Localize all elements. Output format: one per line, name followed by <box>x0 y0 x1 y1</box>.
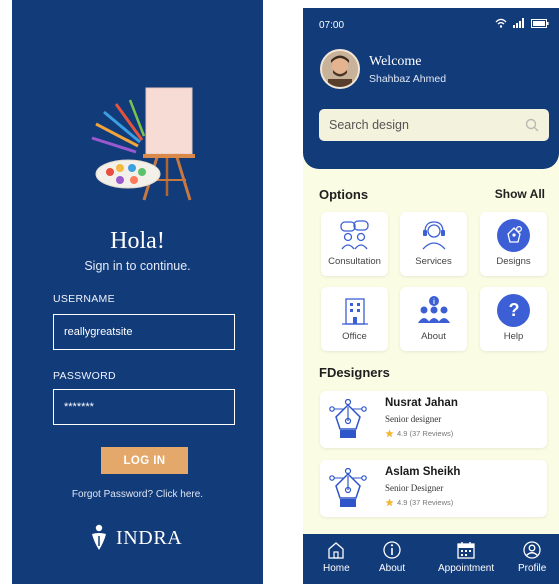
option-about[interactable]: i About <box>400 287 467 351</box>
easel-palette-illustration <box>91 87 195 201</box>
nav-label: About <box>379 563 406 574</box>
team-info-icon: i <box>417 294 451 326</box>
option-label: Designs <box>496 256 531 267</box>
nav-about[interactable]: About <box>379 540 405 574</box>
battery-icon <box>531 18 549 28</box>
designer-name: Aslam Sheikh <box>385 466 461 478</box>
designer-rating: 4.9 (37 Reviews) <box>385 429 453 438</box>
nav-home[interactable]: Home <box>323 540 350 574</box>
avatar-portrait <box>322 51 358 87</box>
nav-label: Profile <box>518 563 547 574</box>
headset-icon <box>417 219 451 251</box>
option-label: Services <box>415 256 452 267</box>
forgot-password-link[interactable]: Forgot Password? Click here. <box>12 489 263 500</box>
option-consultation[interactable]: Consultation <box>321 212 388 276</box>
username-value: reallygreatsite <box>64 326 133 338</box>
avatar[interactable] <box>320 49 360 89</box>
office-building-icon <box>338 294 372 326</box>
nav-label: Home <box>323 563 350 574</box>
username-field[interactable]: reallygreatsite <box>53 314 235 350</box>
wifi-icon <box>495 18 507 28</box>
rating-text: 4.9 (37 Reviews) <box>397 498 454 507</box>
option-services[interactable]: Services <box>400 212 467 276</box>
nav-label: Appointment <box>438 563 495 574</box>
svg-text:?: ? <box>508 300 519 320</box>
nav-profile[interactable]: Profile <box>518 540 546 574</box>
option-label: About <box>421 331 446 342</box>
user-name: Shahbaz Ahmed <box>369 73 447 85</box>
brand-mark-icon <box>92 524 106 550</box>
home-screen: 07:00 Welcome Shahbaz Ahmed Search desig… <box>303 8 559 584</box>
designer-role: Senior Designer <box>385 483 444 493</box>
option-help[interactable]: ? Help <box>480 287 547 351</box>
search-icon[interactable] <box>525 118 539 132</box>
option-label: Office <box>342 331 367 342</box>
pen-nib-icon <box>329 468 367 507</box>
calendar-icon <box>457 542 475 559</box>
star-icon <box>385 498 394 507</box>
rating-text: 4.9 (37 Reviews) <box>397 429 454 438</box>
password-label: PASSWORD <box>53 370 116 382</box>
options-title: Options <box>319 187 369 202</box>
bottom-nav: Home About Appointment Profile <box>303 534 559 584</box>
designer-card[interactable]: Nusrat Jahan Senior designer 4.9 (37 Rev… <box>320 391 547 448</box>
search-input[interactable]: Search design <box>319 109 549 141</box>
pen-tool-icon <box>497 218 531 252</box>
svg-text:i: i <box>433 299 435 306</box>
welcome-text: Welcome <box>369 54 422 69</box>
option-label: Help <box>503 331 524 342</box>
profile-icon <box>523 541 541 559</box>
username-label: USERNAME <box>53 293 115 305</box>
info-icon <box>383 541 401 559</box>
home-icon <box>328 542 344 559</box>
designer-role: Senior designer <box>385 414 442 424</box>
designer-name: Nusrat Jahan <box>385 397 458 409</box>
option-label: Consultation <box>328 256 381 267</box>
designer-rating: 4.9 (37 Reviews) <box>385 498 453 507</box>
password-value: ******* <box>64 401 94 413</box>
brand-logo: INDRA <box>88 524 182 552</box>
login-button[interactable]: LOG IN <box>101 447 188 474</box>
app-header: 07:00 Welcome Shahbaz Ahmed Search desig… <box>303 8 559 169</box>
signal-icon <box>513 18 524 28</box>
star-icon <box>385 429 394 438</box>
designers-title: FDesigners <box>319 365 390 380</box>
show-all-link[interactable]: Show All <box>495 187 545 201</box>
designer-card[interactable]: Aslam Sheikh Senior Designer 4.9 (37 Rev… <box>320 460 547 517</box>
search-placeholder: Search design <box>329 118 409 132</box>
brand-name: INDRA <box>116 526 183 549</box>
greeting-subtitle: Sign in to continue. <box>84 259 191 273</box>
option-office[interactable]: Office <box>321 287 388 351</box>
consultation-icon <box>338 219 372 251</box>
nav-appointment[interactable]: Appointment <box>438 540 494 574</box>
login-screen: Hola! Sign in to continue. USERNAME real… <box>12 0 263 584</box>
greeting-title: Hola! <box>110 228 165 254</box>
pen-nib-icon <box>329 399 367 438</box>
status-time: 07:00 <box>319 20 345 31</box>
question-icon: ? <box>497 293 531 327</box>
status-icons <box>495 18 549 28</box>
password-field[interactable]: ******* <box>53 389 235 425</box>
option-designs[interactable]: Designs <box>480 212 547 276</box>
